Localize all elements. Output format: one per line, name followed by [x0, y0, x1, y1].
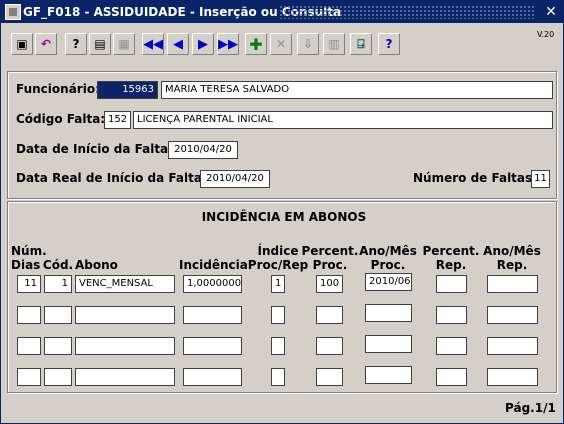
percent-proc-field[interactable] — [316, 306, 343, 324]
percent-rep-field[interactable] — [436, 275, 467, 293]
header-percent-rep: Percent. Rep. — [422, 244, 480, 272]
data-inicio-label: Data de Início da Falta: — [16, 142, 173, 156]
title-bar: GF_F018 - ASSIDUIDADE - Inserção ou Cons… — [1, 1, 563, 23]
num-dias-field[interactable] — [17, 337, 41, 355]
anomes-proc-field[interactable] — [365, 335, 412, 353]
num-dias-field[interactable]: 11 — [17, 275, 41, 293]
indice-field[interactable] — [271, 368, 285, 386]
header-anomes-rep: Ano/Mês Rep. — [483, 244, 541, 272]
num-dias-field[interactable] — [17, 306, 41, 324]
anomes-rep-field[interactable] — [487, 275, 538, 293]
abono-field[interactable] — [75, 306, 175, 324]
query-icon[interactable]: ? — [65, 33, 87, 55]
app-icon — [5, 4, 21, 20]
funcionario-label: Funcionário: — [16, 82, 100, 96]
percent-proc-field[interactable] — [316, 368, 343, 386]
indice-field[interactable] — [271, 337, 285, 355]
falta-panel: Funcionário: 15963 MARIA TERESA SALVADO … — [7, 71, 557, 199]
percent-proc-field[interactable] — [316, 337, 343, 355]
anomes-proc-field[interactable] — [365, 304, 412, 322]
header-abono: Abono — [75, 258, 118, 272]
codigo-falta-description[interactable]: LICENÇA PARENTAL INICIAL — [133, 111, 553, 129]
anomes-rep-field[interactable] — [487, 306, 538, 324]
previous-record-icon[interactable]: ◀ — [167, 33, 189, 55]
percent-rep-field[interactable] — [436, 306, 467, 324]
version-label: V.20 — [537, 30, 555, 39]
percent-rep-field[interactable] — [436, 368, 467, 386]
toolbar: ▣ ↶ ? ▤ ▦ ◀◀ ◀ ▶ ▶▶ ✚ ✕ ⇩ ▥ ⍈ ? V.20 — [1, 24, 563, 64]
incidencia-section-title: INCIDÊNCIA EM ABONOS — [201, 210, 367, 224]
first-record-icon[interactable]: ◀◀ — [142, 33, 164, 55]
funcionario-number-field[interactable]: 15963 — [97, 81, 158, 99]
indice-field[interactable] — [271, 306, 285, 324]
incidencia-panel: INCIDÊNCIA EM ABONOS — [7, 201, 557, 393]
anomes-proc-field[interactable] — [365, 366, 412, 384]
help-icon[interactable]: ? — [378, 33, 400, 55]
next-record-icon[interactable]: ▶ — [192, 33, 214, 55]
percent-rep-field[interactable] — [436, 337, 467, 355]
numero-faltas-label: Número de Faltas: — [413, 171, 537, 185]
data-inicio-field[interactable]: 2010/04/20 — [168, 141, 238, 159]
abono-field[interactable]: VENC_MENSAL — [75, 275, 175, 293]
codigo-falta-field[interactable]: 152 — [104, 111, 131, 129]
anomes-rep-field[interactable] — [487, 368, 538, 386]
numero-faltas-field[interactable]: 11 — [531, 170, 550, 188]
header-incidencia: Incidência — [179, 258, 248, 272]
incidencia-field[interactable] — [183, 337, 242, 355]
cod-field[interactable]: 1 — [44, 275, 72, 293]
cod-field[interactable] — [44, 337, 72, 355]
abono-field[interactable] — [75, 368, 175, 386]
codigo-falta-label: Código Falta: — [16, 112, 106, 126]
save-icon[interactable]: ▣ — [11, 33, 33, 55]
last-record-icon[interactable]: ▶▶ — [217, 33, 239, 55]
num-dias-field[interactable] — [17, 368, 41, 386]
funcionario-name-field[interactable]: MARIA TERESA SALVADO — [161, 81, 553, 99]
indice-field[interactable]: 1 — [271, 275, 285, 293]
anomes-rep-field[interactable] — [487, 337, 538, 355]
print-icon[interactable]: ▥ — [323, 33, 345, 55]
header-indice: Índice Proc/Rep — [247, 244, 309, 272]
main-window: GF_F018 - ASSIDUIDADE - Inserção ou Cons… — [0, 0, 564, 424]
data-real-inicio-label: Data Real de Início da Falta: — [16, 171, 207, 185]
duplicate-icon[interactable]: ⇩ — [297, 33, 319, 55]
cod-field[interactable] — [44, 368, 72, 386]
incidencia-field[interactable]: 1,0000000 — [183, 275, 242, 293]
data-real-inicio-field[interactable]: 2010/04/20 — [200, 170, 270, 188]
title-bar-pattern — [279, 5, 535, 19]
cancel-query-icon[interactable]: ▦ — [113, 33, 135, 55]
execute-query-icon[interactable]: ▤ — [89, 33, 111, 55]
page-indicator: Pág.1/1 — [505, 401, 556, 415]
header-percent-proc: Percent. Proc. — [301, 244, 359, 272]
cod-field[interactable] — [44, 306, 72, 324]
undo-icon[interactable]: ↶ — [35, 33, 57, 55]
incidencia-field[interactable] — [183, 368, 242, 386]
exit-icon[interactable]: ⍈ — [350, 33, 372, 55]
close-icon[interactable]: ✕ — [543, 4, 559, 20]
incidencia-field[interactable] — [183, 306, 242, 324]
percent-proc-field[interactable]: 100 — [316, 275, 343, 293]
anomes-proc-field[interactable]: 2010/06 — [365, 273, 412, 291]
header-cod: Cód. — [42, 258, 74, 272]
delete-record-icon[interactable]: ✕ — [270, 33, 292, 55]
insert-record-icon[interactable]: ✚ — [245, 33, 267, 55]
header-anomes-proc: Ano/Mês Proc. — [359, 244, 417, 272]
abono-field[interactable] — [75, 337, 175, 355]
